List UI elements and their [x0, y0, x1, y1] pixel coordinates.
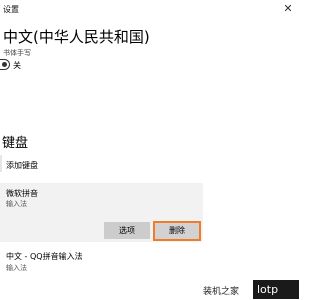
keyboard-item-name: 微软拼音: [6, 189, 38, 198]
handwriting-label: 书体手写: [3, 49, 31, 57]
toggle-knob: [2, 61, 7, 67]
keyboard-item-qq-pinyin[interactable]: 中文 - QQ拼音输入法: [6, 251, 83, 262]
toggle-state-text: 关: [13, 61, 21, 70]
keyboard-item-subtitle: 输入法: [6, 264, 27, 272]
add-keyboard-icon[interactable]: [0, 155, 2, 172]
watermark-text: 装机之家: [203, 287, 240, 297]
keyboard-item-microsoft-pinyin[interactable]: 微软拼音 输入法 选项 删除: [0, 183, 203, 242]
window-title: 设置: [3, 5, 19, 14]
watermark: 装机之家 lotp: [199, 279, 300, 300]
keyboard-item-subtitle: 输入法: [6, 200, 27, 208]
keyboard-section-title: 键盘: [2, 136, 29, 151]
options-button[interactable]: 选项: [104, 222, 150, 239]
page-title: 中文(中华人民共和国): [3, 28, 150, 46]
remove-button[interactable]: 删除: [153, 221, 201, 241]
watermark-logo: lotp: [253, 280, 299, 299]
close-icon[interactable]: ✕: [282, 3, 294, 15]
add-keyboard-button[interactable]: 添加键盘: [6, 160, 38, 171]
handwriting-toggle[interactable]: [0, 59, 10, 70]
title-bar: 设置 ✕: [0, 0, 300, 22]
